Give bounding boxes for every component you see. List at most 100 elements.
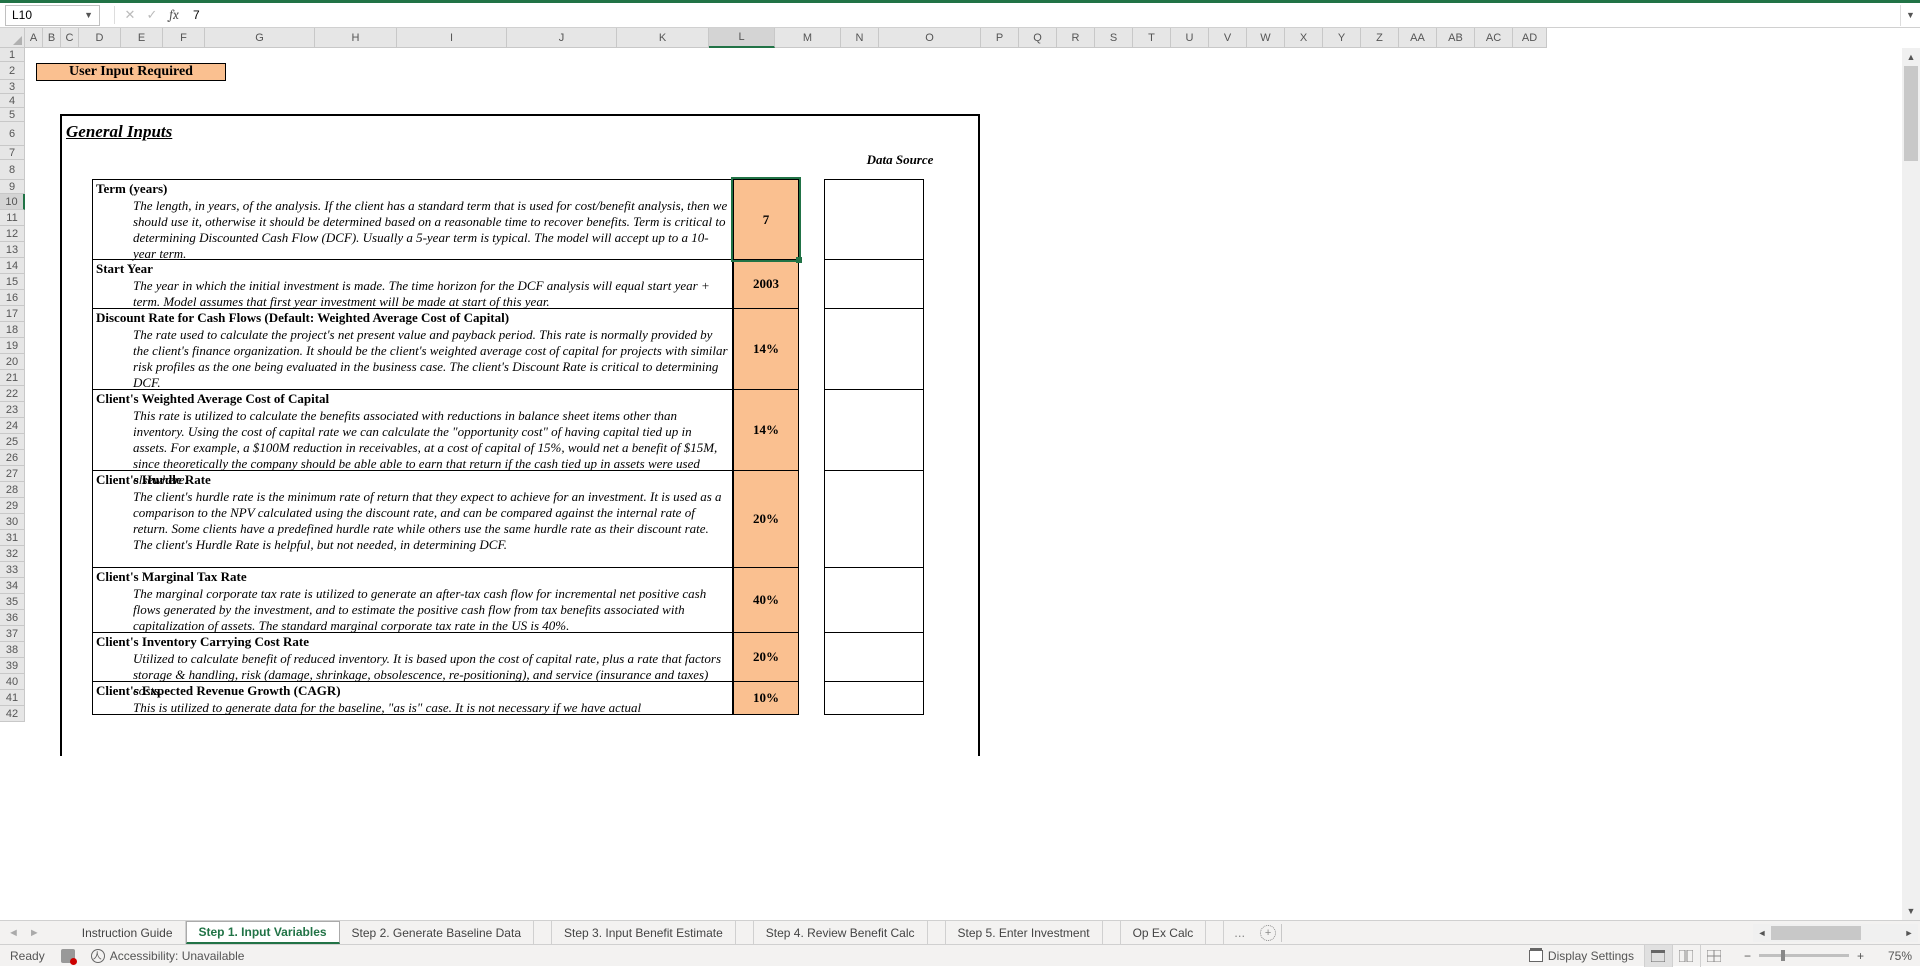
row-header-42[interactable]: 42	[0, 706, 25, 722]
row-header-38[interactable]: 38	[0, 642, 25, 658]
row-header-8[interactable]: 8	[0, 160, 25, 180]
page-break-view-button[interactable]	[1700, 945, 1728, 967]
scroll-down-icon[interactable]: ▼	[1902, 902, 1920, 920]
description-cell[interactable]: Client's Weighted Average Cost of Capita…	[92, 390, 733, 471]
new-sheet-button[interactable]: +	[1255, 922, 1281, 944]
zoom-slider[interactable]	[1759, 954, 1849, 957]
value-cell[interactable]: 10%	[733, 682, 799, 715]
row-header-26[interactable]: 26	[0, 450, 25, 466]
vertical-scrollbar[interactable]: ▲ ▼	[1902, 48, 1920, 920]
column-header-W[interactable]: W	[1247, 28, 1285, 48]
scroll-up-icon[interactable]: ▲	[1902, 48, 1920, 66]
data-source-cell[interactable]	[824, 390, 924, 471]
column-header-H[interactable]: H	[315, 28, 397, 48]
column-header-I[interactable]: I	[397, 28, 507, 48]
value-cell[interactable]: 20%	[733, 633, 799, 682]
row-header-16[interactable]: 16	[0, 290, 25, 306]
row-header-5[interactable]: 5	[0, 108, 25, 122]
fx-button[interactable]: fx	[163, 5, 185, 26]
value-cell[interactable]: 40%	[733, 568, 799, 633]
column-header-J[interactable]: J	[507, 28, 617, 48]
column-header-O[interactable]: O	[879, 28, 981, 48]
description-cell[interactable]: Client's Inventory Carrying Cost RateUti…	[92, 633, 733, 682]
row-header-14[interactable]: 14	[0, 258, 25, 274]
column-header-D[interactable]: D	[79, 28, 121, 48]
row-header-41[interactable]: 41	[0, 690, 25, 706]
row-header-2[interactable]: 2	[0, 62, 25, 80]
column-header-L[interactable]: L	[709, 28, 775, 48]
value-cell[interactable]: 14%	[733, 309, 799, 390]
data-source-cell[interactable]	[824, 633, 924, 682]
sheet-tab[interactable]: Op Ex Calc	[1121, 921, 1207, 944]
row-header-15[interactable]: 15	[0, 274, 25, 290]
scroll-track[interactable]	[1902, 66, 1920, 902]
column-header-F[interactable]: F	[163, 28, 205, 48]
column-header-Z[interactable]: Z	[1361, 28, 1399, 48]
row-header-20[interactable]: 20	[0, 354, 25, 370]
column-header-Y[interactable]: Y	[1323, 28, 1361, 48]
row-header-37[interactable]: 37	[0, 626, 25, 642]
column-header-Q[interactable]: Q	[1019, 28, 1057, 48]
hscroll-left-icon[interactable]: ◄	[1753, 924, 1771, 942]
row-header-24[interactable]: 24	[0, 418, 25, 434]
row-header-11[interactable]: 11	[0, 210, 25, 226]
data-source-cell[interactable]	[824, 568, 924, 633]
sheet-tab[interactable]: Step 1. Input Variables	[186, 921, 340, 944]
column-header-U[interactable]: U	[1171, 28, 1209, 48]
row-header-21[interactable]: 21	[0, 370, 25, 386]
data-source-cell[interactable]	[824, 309, 924, 390]
accessibility-status[interactable]: Accessibility: Unavailable	[91, 949, 245, 963]
column-header-X[interactable]: X	[1285, 28, 1323, 48]
column-header-AB[interactable]: AB	[1437, 28, 1475, 48]
description-cell[interactable]: Client's Marginal Tax RateThe marginal c…	[92, 568, 733, 633]
row-header-18[interactable]: 18	[0, 322, 25, 338]
row-header-17[interactable]: 17	[0, 306, 25, 322]
formula-bar-expand-icon[interactable]: ▼	[1900, 5, 1920, 26]
column-header-R[interactable]: R	[1057, 28, 1095, 48]
data-source-cell[interactable]	[824, 260, 924, 309]
hscroll-right-icon[interactable]: ►	[1900, 924, 1918, 942]
column-header-N[interactable]: N	[841, 28, 879, 48]
column-header-V[interactable]: V	[1209, 28, 1247, 48]
row-header-12[interactable]: 12	[0, 226, 25, 242]
zoom-percent[interactable]: 75%	[1872, 949, 1912, 963]
row-header-7[interactable]: 7	[0, 146, 25, 160]
macro-record-icon[interactable]	[61, 949, 75, 963]
row-header-6[interactable]: 6	[0, 122, 25, 146]
row-header-9[interactable]: 9	[0, 180, 25, 194]
data-source-cell[interactable]	[824, 471, 924, 568]
page-layout-view-button[interactable]	[1672, 945, 1700, 967]
column-header-AD[interactable]: AD	[1513, 28, 1547, 48]
display-settings-button[interactable]: Display Settings	[1529, 949, 1634, 963]
scroll-thumb[interactable]	[1904, 66, 1918, 161]
row-header-36[interactable]: 36	[0, 610, 25, 626]
sheet-tab[interactable]: Step 5. Enter Investment	[946, 921, 1103, 944]
description-cell[interactable]: Discount Rate for Cash Flows (Default: W…	[92, 309, 733, 390]
column-header-M[interactable]: M	[775, 28, 841, 48]
row-header-30[interactable]: 30	[0, 514, 25, 530]
row-header-23[interactable]: 23	[0, 402, 25, 418]
zoom-slider-knob[interactable]	[1781, 950, 1785, 961]
row-header-40[interactable]: 40	[0, 674, 25, 690]
horizontal-scrollbar[interactable]: ◄ ►	[1753, 924, 1918, 942]
value-cell[interactable]: 7	[733, 179, 799, 260]
normal-view-button[interactable]	[1644, 945, 1672, 967]
tab-nav-next-icon[interactable]: ►	[29, 927, 40, 939]
column-header-AA[interactable]: AA	[1399, 28, 1437, 48]
name-box-dropdown-icon[interactable]: ▼	[84, 10, 93, 20]
row-header-25[interactable]: 25	[0, 434, 25, 450]
row-header-13[interactable]: 13	[0, 242, 25, 258]
column-header-AC[interactable]: AC	[1475, 28, 1513, 48]
column-header-G[interactable]: G	[205, 28, 315, 48]
zoom-out-button[interactable]: −	[1738, 949, 1757, 963]
data-source-cell[interactable]	[824, 179, 924, 260]
row-header-35[interactable]: 35	[0, 594, 25, 610]
tab-scroll-separator[interactable]	[1281, 924, 1287, 942]
row-header-39[interactable]: 39	[0, 658, 25, 674]
column-header-B[interactable]: B	[43, 28, 61, 48]
row-header-3[interactable]: 3	[0, 80, 25, 94]
cancel-formula-button[interactable]: ✕	[119, 5, 141, 26]
column-header-A[interactable]: A	[25, 28, 43, 48]
column-header-E[interactable]: E	[121, 28, 163, 48]
zoom-in-button[interactable]: +	[1851, 949, 1870, 963]
